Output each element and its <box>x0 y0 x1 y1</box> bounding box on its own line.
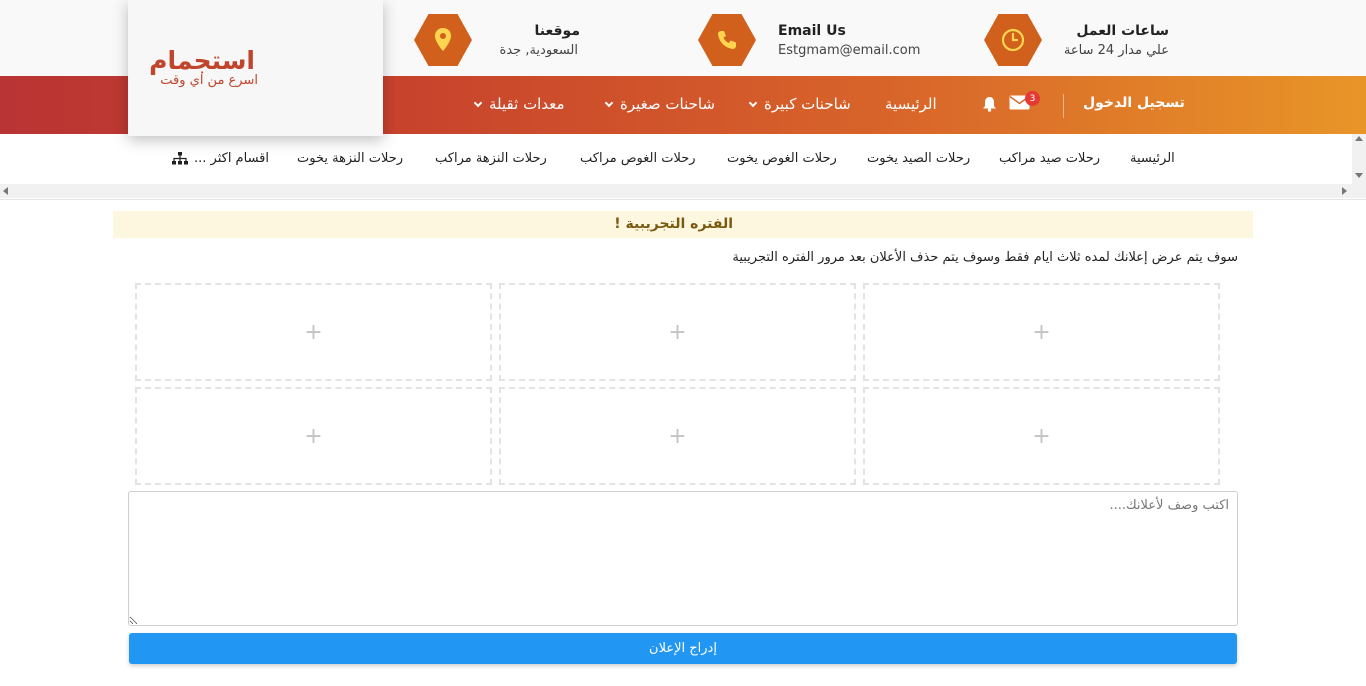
bell-icon[interactable] <box>982 96 997 112</box>
location-title: موقعنا <box>534 23 581 39</box>
trial-notice-title: الفتره التجريبية ! <box>614 216 733 232</box>
ad-description-field[interactable] <box>128 491 1238 626</box>
more-categories-label: اقسام اكثر ... <box>194 151 269 166</box>
horizontal-scrollbar[interactable] <box>0 184 1352 198</box>
submenu-item-fishing-boats[interactable]: رحلات صيد مراكب <box>999 151 1100 166</box>
submit-ad-button[interactable]: إدراج الإعلان <box>129 633 1237 664</box>
nav-item-heavy-equipment[interactable]: معدات ثقيلة <box>473 95 565 113</box>
scroll-up-arrow[interactable] <box>1355 136 1363 141</box>
submenu-item-leisure-boats[interactable]: رحلات النزهة مراكب <box>435 151 547 166</box>
chevron-down-icon <box>748 98 758 107</box>
sitemap-icon <box>172 152 188 165</box>
image-upload-slot[interactable]: + <box>499 387 856 485</box>
nav-item-large-trucks[interactable]: شاحنات كبيرة <box>748 95 851 113</box>
image-upload-slot[interactable]: + <box>135 283 492 381</box>
scroll-left-arrow[interactable] <box>3 187 8 195</box>
chevron-down-icon <box>473 98 483 107</box>
more-categories-link[interactable]: اقسام اكثر ... <box>172 151 269 166</box>
logo-card[interactable]: استجمام اسرع من اي وقت <box>128 0 383 136</box>
nav-divider <box>1063 94 1064 118</box>
nav-item-home[interactable]: الرئيسية <box>885 95 937 113</box>
phone-icon <box>698 14 756 66</box>
submenu-item-home[interactable]: الرئيسية <box>1130 151 1175 166</box>
working-hours-value: علي مدار 24 ساعة <box>1063 43 1169 58</box>
mail-count-badge: 3 <box>1025 91 1040 106</box>
nav-item-label: شاحنات كبيرة <box>764 95 851 113</box>
scroll-down-arrow[interactable] <box>1355 173 1363 178</box>
submenu-item-fishing-yachts[interactable]: رحلات الصيد يخوت <box>867 151 970 166</box>
location-info: موقعنا السعودية, جدة <box>414 14 594 66</box>
logo-text: استجمام <box>149 46 255 75</box>
submenu-item-diving-boats[interactable]: رحلات الغوص مراكب <box>580 151 696 166</box>
clock-icon <box>984 14 1042 66</box>
trial-notice: الفتره التجريبية ! <box>113 211 1253 238</box>
nav-item-label: معدات ثقيلة <box>489 95 565 113</box>
image-upload-slot[interactable]: + <box>863 283 1220 381</box>
nav-item-small-trucks[interactable]: شاحنات صغيرة <box>604 95 716 113</box>
category-menu: الرئيسية رحلات صيد مراكب رحلات الصيد يخو… <box>0 134 1366 200</box>
image-upload-slot[interactable]: + <box>135 387 492 485</box>
working-hours-title: ساعات العمل <box>1076 23 1169 39</box>
image-upload-slot[interactable]: + <box>499 283 856 381</box>
email-value[interactable]: Estgmam@email.com <box>778 43 920 58</box>
nav-item-label: الرئيسية <box>885 95 937 113</box>
map-pin-icon <box>414 14 472 66</box>
trial-notice-body: سوف يتم عرض إعلانك لمده ثلاث ايام فقط وس… <box>732 250 1238 265</box>
working-hours-info: ساعات العمل علي مدار 24 ساعة <box>984 14 1184 66</box>
nav-item-label: شاحنات صغيرة <box>620 95 716 113</box>
plus-icon: + <box>304 319 323 345</box>
vertical-scrollbar[interactable] <box>1352 134 1366 198</box>
chevron-down-icon <box>604 98 614 107</box>
location-value: السعودية, جدة <box>499 43 578 58</box>
plus-icon: + <box>304 423 323 449</box>
logo-tagline: اسرع من اي وقت <box>160 73 258 88</box>
email-info: Email Us Estgmam@email.com <box>698 14 920 66</box>
image-upload-slot[interactable]: + <box>863 387 1220 485</box>
plus-icon: + <box>668 423 687 449</box>
login-link[interactable]: تسجيل الدخول <box>1083 95 1185 111</box>
submenu-item-diving-yachts[interactable]: رحلات الغوص يخوت <box>727 151 837 166</box>
submenu-item-leisure-yachts[interactable]: رحلات النزهة يخوت <box>297 151 403 166</box>
plus-icon: + <box>1032 319 1051 345</box>
plus-icon: + <box>1032 423 1051 449</box>
email-title: Email Us <box>778 23 846 39</box>
plus-icon: + <box>668 319 687 345</box>
scroll-right-arrow[interactable] <box>1342 187 1347 195</box>
